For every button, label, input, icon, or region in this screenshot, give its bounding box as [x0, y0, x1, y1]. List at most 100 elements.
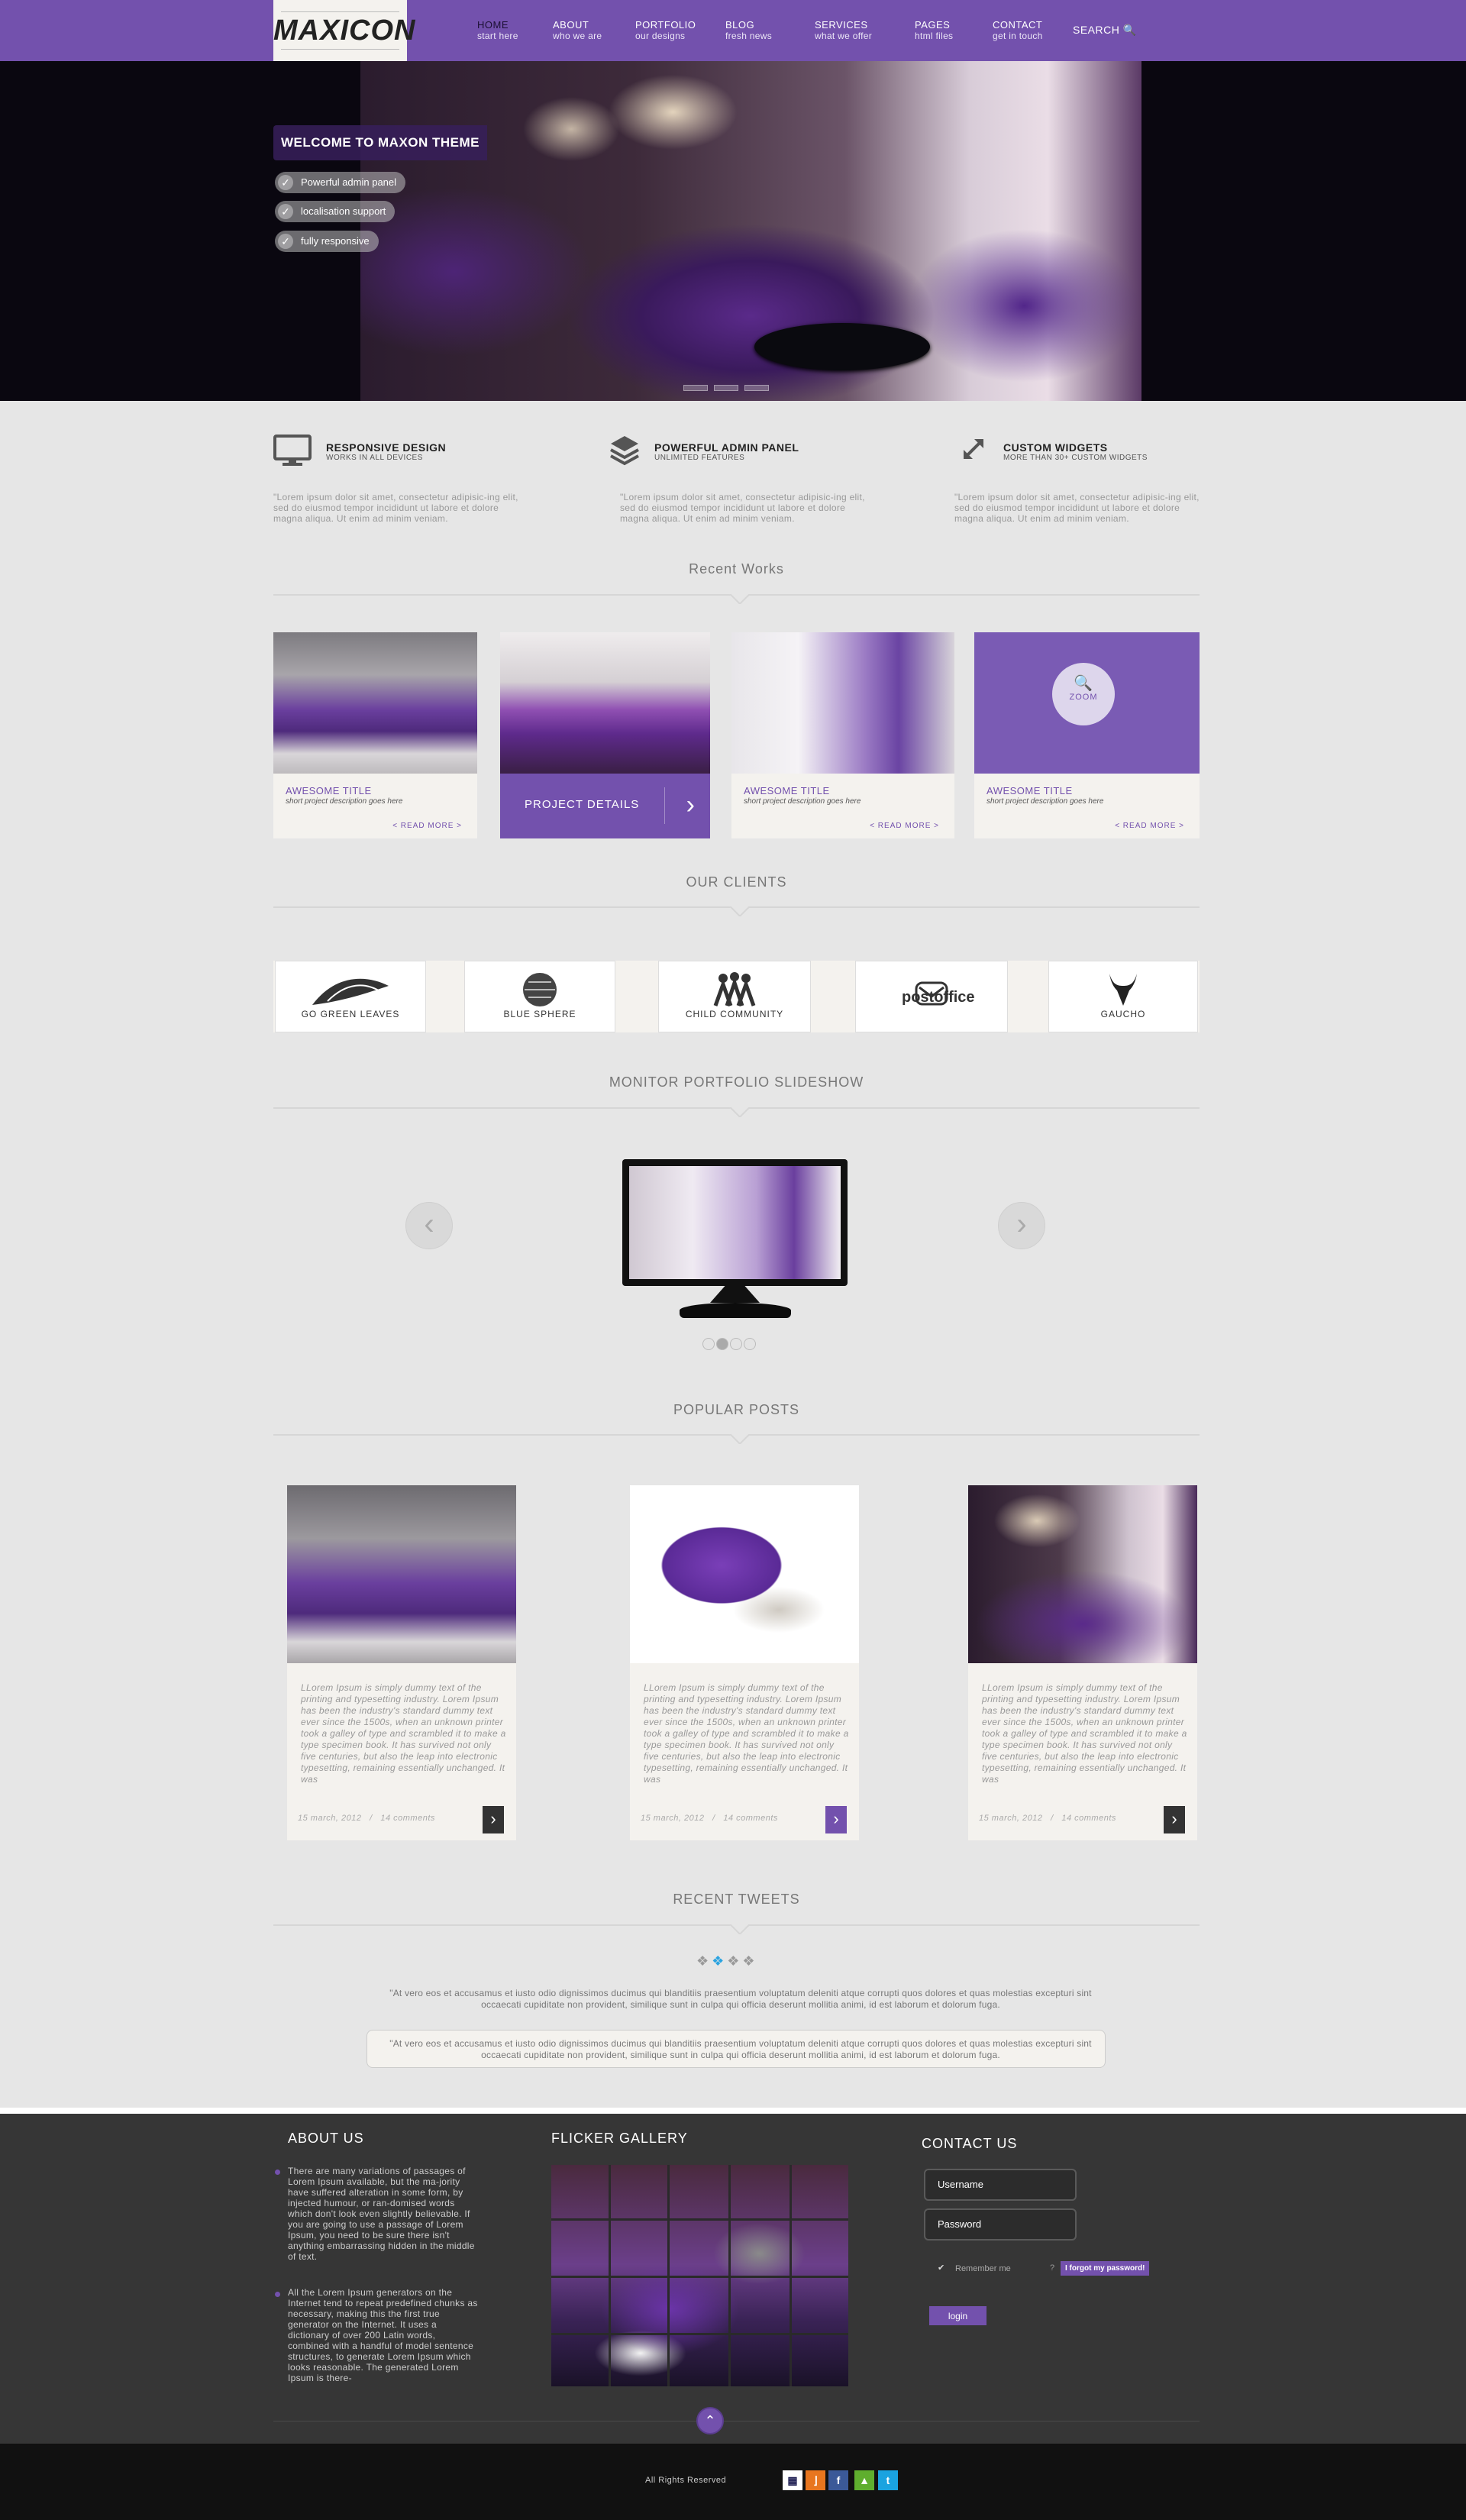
post-comments[interactable]: 14 comments — [1061, 1814, 1116, 1823]
nav-pages[interactable]: PAGES html files — [915, 20, 953, 42]
delicious-icon[interactable]: ▦ — [783, 2470, 802, 2490]
hero-dot[interactable] — [714, 385, 738, 391]
post-excerpt: LLorem Ipsum is simply dummy text of the… — [301, 1682, 506, 1785]
project-details-button[interactable]: PROJECT DETAILS › — [500, 774, 710, 838]
tweet-text: "At vero eos et accusamus et iusto odio … — [389, 1988, 1092, 2010]
post-meta: 15 march, 2012 / 14 comments — [979, 1814, 1116, 1823]
twitter-icon[interactable]: t — [878, 2470, 898, 2490]
chevron-right-icon: › — [833, 1809, 839, 1828]
twitter-bird-icon[interactable]: ❖ — [696, 1953, 712, 1969]
client-logo[interactable]: GO GREEN LEAVES — [275, 961, 426, 1032]
slide-prev-button[interactable]: ‹ — [405, 1202, 453, 1249]
work-title: AWESOME TITLE — [986, 785, 1073, 796]
nav-label: SERVICES — [815, 19, 868, 31]
nav-sublabel: who we are — [553, 31, 602, 41]
work-card[interactable]: 🔍 ZOOM AWESOME TITLE short project descri… — [974, 632, 1200, 838]
app-icon[interactable]: ▲ — [854, 2470, 874, 2490]
work-card[interactable]: AWESOME TITLE short project description … — [731, 632, 954, 838]
chevron-left-icon: ‹ — [424, 1207, 434, 1241]
slide-dot[interactable] — [730, 1338, 742, 1350]
feature-title: CUSTOM WIDGETS — [1003, 441, 1108, 454]
twitter-bird-icon[interactable]: ❖ — [742, 1953, 757, 1969]
search-label: SEARCH — [1073, 24, 1120, 36]
slide-dot[interactable] — [716, 1338, 728, 1350]
client-logo[interactable]: CHILD COMMUNITY — [658, 961, 811, 1032]
hero-feature-pill: ✓ localisation support — [275, 201, 396, 222]
search-button[interactable]: SEARCH 🔍 — [1073, 24, 1137, 37]
work-card[interactable]: AWESOME TITLE short project description … — [273, 632, 477, 838]
feature-subtitle: WORKS IN ALL DEVICES — [326, 454, 423, 462]
gallery-divider — [728, 2165, 731, 2386]
chevron-right-icon: › — [490, 1809, 496, 1828]
work-card[interactable]: PROJECT DETAILS › — [500, 632, 710, 838]
forgot-password-link[interactable]: I forgot my password! — [1061, 2261, 1150, 2276]
hero-dot[interactable] — [683, 385, 708, 391]
post-meta: 15 march, 2012 / 14 comments — [298, 1814, 435, 1823]
username-field[interactable]: Username — [924, 2169, 1077, 2201]
client-logo[interactable]: postoffice — [855, 961, 1008, 1032]
section-divider-notch — [729, 1924, 749, 1934]
twitter-bird-icon[interactable]: ❖ — [712, 1953, 727, 1969]
feature-subtitle: MORE THAN 30+ CUSTOM WIDGETS — [1003, 454, 1148, 462]
gallery-divider — [551, 2276, 848, 2278]
post-meta: 15 march, 2012 / 14 comments — [641, 1814, 778, 1823]
nav-home[interactable]: HOME start here — [477, 19, 518, 42]
work-image — [273, 632, 477, 774]
hero-dot[interactable] — [744, 385, 769, 391]
post-open-button[interactable]: › — [1164, 1806, 1185, 1833]
nav-contact[interactable]: CONTACT get in touch — [993, 20, 1043, 42]
meta-separator: / — [1051, 1814, 1054, 1823]
post-card: LLorem Ipsum is simply dummy text of the… — [287, 1485, 516, 1840]
hero-feature-label: Powerful admin panel — [301, 176, 397, 188]
section-divider-notch — [729, 906, 749, 916]
password-field[interactable]: Password — [924, 2208, 1077, 2241]
hero-image — [360, 61, 1141, 401]
chevron-up-icon: ⌃ — [704, 2413, 716, 2428]
client-name: CHILD COMMUNITY — [685, 1009, 784, 1019]
footer-gallery-heading: FLICKER GALLERY — [551, 2131, 688, 2146]
client-logo[interactable]: BLUE SPHERE — [464, 961, 615, 1032]
remember-checkbox[interactable]: ✔ — [938, 2263, 945, 2273]
post-excerpt: LLorem Ipsum is simply dummy text of the… — [982, 1682, 1187, 1785]
client-logo[interactable]: GAUCHO — [1048, 961, 1198, 1032]
nav-label: HOME — [477, 19, 509, 31]
nav-sublabel: our designs — [635, 31, 686, 41]
meta-separator: / — [370, 1814, 373, 1823]
facebook-icon[interactable]: f — [828, 2470, 848, 2490]
twitter-bird-icon[interactable]: ❖ — [727, 1953, 742, 1969]
post-comments[interactable]: 14 comments — [380, 1814, 435, 1823]
flickr-gallery[interactable] — [551, 2165, 848, 2386]
post-image — [968, 1485, 1197, 1663]
nav-services[interactable]: SERVICES what we offer — [815, 19, 872, 42]
post-open-button[interactable]: › — [825, 1806, 847, 1833]
section-heading: MONITOR PORTFOLIO SLIDESHOW — [609, 1074, 864, 1090]
nav-portfolio[interactable]: PORTFOLIO our designs — [635, 20, 696, 42]
monitor-frame — [622, 1159, 848, 1286]
check-icon: ✓ — [278, 175, 293, 190]
rss-icon[interactable]: ⌋ — [806, 2470, 825, 2490]
back-to-top-button[interactable]: ⌃ — [696, 2407, 724, 2434]
section-heading: OUR CLIENTS — [686, 874, 787, 890]
zoom-button[interactable]: 🔍 ZOOM — [1052, 663, 1115, 725]
work-title: AWESOME TITLE — [286, 785, 372, 796]
read-more-link[interactable]: < READ MORE > — [1115, 822, 1184, 830]
check-icon: ✓ — [278, 234, 293, 249]
hero-feature-label: fully responsive — [301, 235, 370, 247]
read-more-link[interactable]: < READ MORE > — [392, 822, 462, 830]
client-name: postoffice — [902, 989, 975, 1006]
post-open-button[interactable]: › — [483, 1806, 504, 1833]
slide-dot[interactable] — [702, 1338, 715, 1350]
slide-dot[interactable] — [744, 1338, 756, 1350]
chevron-right-icon: › — [1171, 1809, 1177, 1828]
login-button[interactable]: login — [929, 2306, 986, 2325]
nav-about[interactable]: ABOUT who we are — [553, 20, 602, 42]
check-icon: ✓ — [278, 204, 293, 219]
site-logo[interactable]: MAXICON — [273, 0, 415, 61]
slide-next-button[interactable]: › — [998, 1202, 1045, 1249]
nav-blog[interactable]: BLOG fresh news — [725, 20, 772, 42]
post-comments[interactable]: 14 comments — [723, 1814, 778, 1823]
gallery-divider — [609, 2165, 611, 2386]
post-date: 15 march, 2012 — [298, 1814, 362, 1823]
read-more-link[interactable]: < READ MORE > — [870, 822, 939, 830]
chevron-right-icon: › — [664, 787, 695, 824]
